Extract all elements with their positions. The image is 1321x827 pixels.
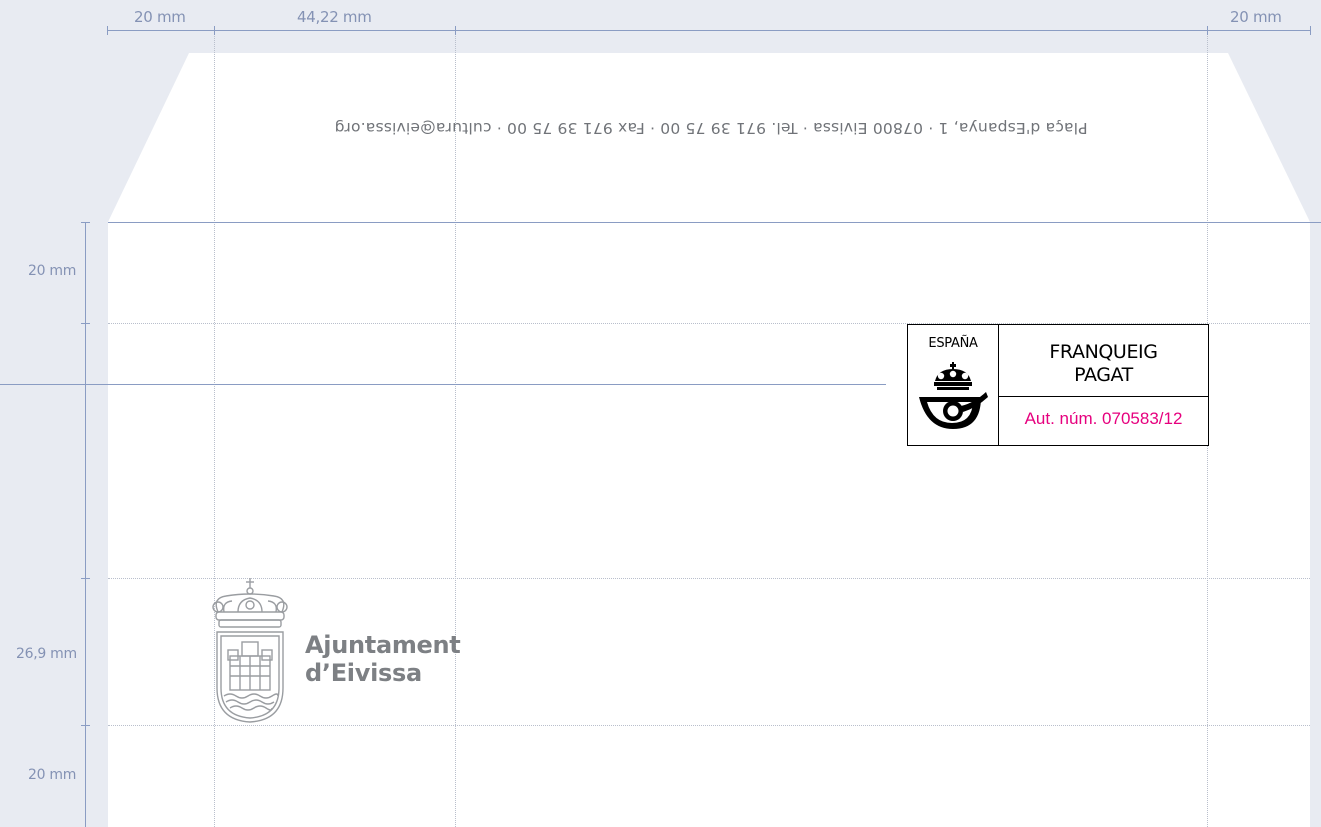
postage-logo-panel: ESPAÑA <box>908 325 999 445</box>
dimension-tick <box>81 725 90 726</box>
flap-address-text: Plaça d'Espanya, 1 · 07800 Eivissa · Tel… <box>334 119 1088 137</box>
organization-name-line2: d’Eivissa <box>305 659 422 687</box>
dimension-tick <box>81 222 90 223</box>
dimension-top-right: 20 mm <box>1230 8 1282 26</box>
dimension-top-left: 20 mm <box>134 8 186 26</box>
dimension-side-logo: 26,9 mm <box>16 646 77 662</box>
dimension-tick <box>455 26 456 35</box>
postage-authorization: Aut. núm. 070583/12 <box>1024 409 1183 428</box>
postage-country: ESPAÑA <box>928 336 978 351</box>
address-guide-line <box>0 384 886 385</box>
dimension-top-logo: 44,22 mm <box>297 8 372 26</box>
fold-line <box>108 222 1321 223</box>
organization-name-line1: Ajuntament <box>305 631 461 659</box>
dimension-tick <box>214 26 215 35</box>
dimension-tick <box>81 323 90 324</box>
postage-divider <box>999 396 1208 397</box>
postage-label: FRANQUEIG PAGAT <box>999 341 1208 387</box>
top-dimension-line <box>107 30 1311 31</box>
dimension-tick <box>1207 26 1208 35</box>
dimension-tick <box>107 26 108 35</box>
postage-indicia: ESPAÑA FRANQUEIG PAGAT Aut. núm. 070583/… <box>907 324 1209 446</box>
coat-of-arms-icon <box>212 578 288 723</box>
dimension-tick <box>81 578 90 579</box>
side-dimension-line <box>85 222 86 827</box>
envelope-body <box>108 222 1310 827</box>
correos-crown-horn-icon <box>919 362 988 429</box>
postage-label-line1: FRANQUEIG <box>1049 341 1158 363</box>
dimension-tick <box>1310 26 1311 35</box>
guide-logo-right <box>455 30 456 827</box>
dimension-side-bottom: 20 mm <box>28 767 77 783</box>
dimension-side-top: 20 mm <box>28 263 77 279</box>
postage-label-line2: PAGAT <box>1074 364 1133 386</box>
organization-name: Ajuntament d’Eivissa <box>305 631 461 687</box>
